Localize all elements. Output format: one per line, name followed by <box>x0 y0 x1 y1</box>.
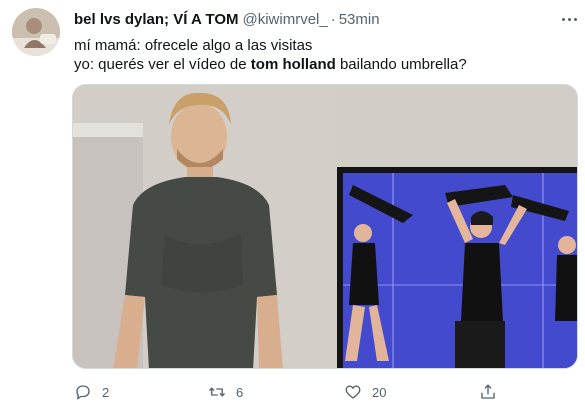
tweet[interactable]: bel lvs dylan; VÍ A TOM @kiwimrvel_ · 53min… <box>0 0 585 411</box>
tweet-actions: 2 6 20 <box>74 380 579 404</box>
separator-dot: · <box>330 11 336 28</box>
like-button[interactable]: 20 <box>344 380 386 404</box>
tweet-timestamp[interactable]: 53min <box>339 11 380 28</box>
tweet-line-2-bold: tom holland <box>250 56 336 73</box>
tweet-line-2-prefix: yo: querés ver el vídeo de <box>74 56 251 73</box>
tweet-line-2: yo: querés ver el vídeo de tom holland b… <box>74 55 467 74</box>
media-photo <box>73 85 577 368</box>
share-button[interactable] <box>479 380 497 404</box>
tweet-media[interactable] <box>72 84 578 369</box>
avatar[interactable] <box>12 8 60 56</box>
retweet-icon <box>209 387 225 397</box>
like-count: 20 <box>372 384 387 400</box>
reply-count: 2 <box>102 384 110 400</box>
retweet-button[interactable]: 6 <box>208 380 243 404</box>
author-handle[interactable]: @kiwimrvel_ <box>242 11 327 28</box>
reply-button[interactable]: 2 <box>74 380 109 404</box>
more-icon[interactable] <box>560 10 578 28</box>
tweet-text: mí mamá: ofrecele algo a las visitas yo:… <box>74 36 467 74</box>
tweet-line-1: mí mamá: ofrecele algo a las visitas <box>74 37 313 54</box>
retweet-count: 6 <box>236 384 244 400</box>
reply-icon <box>76 385 90 400</box>
tweet-line-2-suffix: bailando umbrella? <box>335 56 467 73</box>
tweet-header: bel lvs dylan; VÍ A TOM @kiwimrvel_ · 53min <box>74 10 380 29</box>
avatar-image <box>12 8 60 56</box>
author-name[interactable]: bel lvs dylan; VÍ A TOM <box>74 11 238 28</box>
share-icon <box>481 384 495 399</box>
like-icon <box>345 385 361 399</box>
